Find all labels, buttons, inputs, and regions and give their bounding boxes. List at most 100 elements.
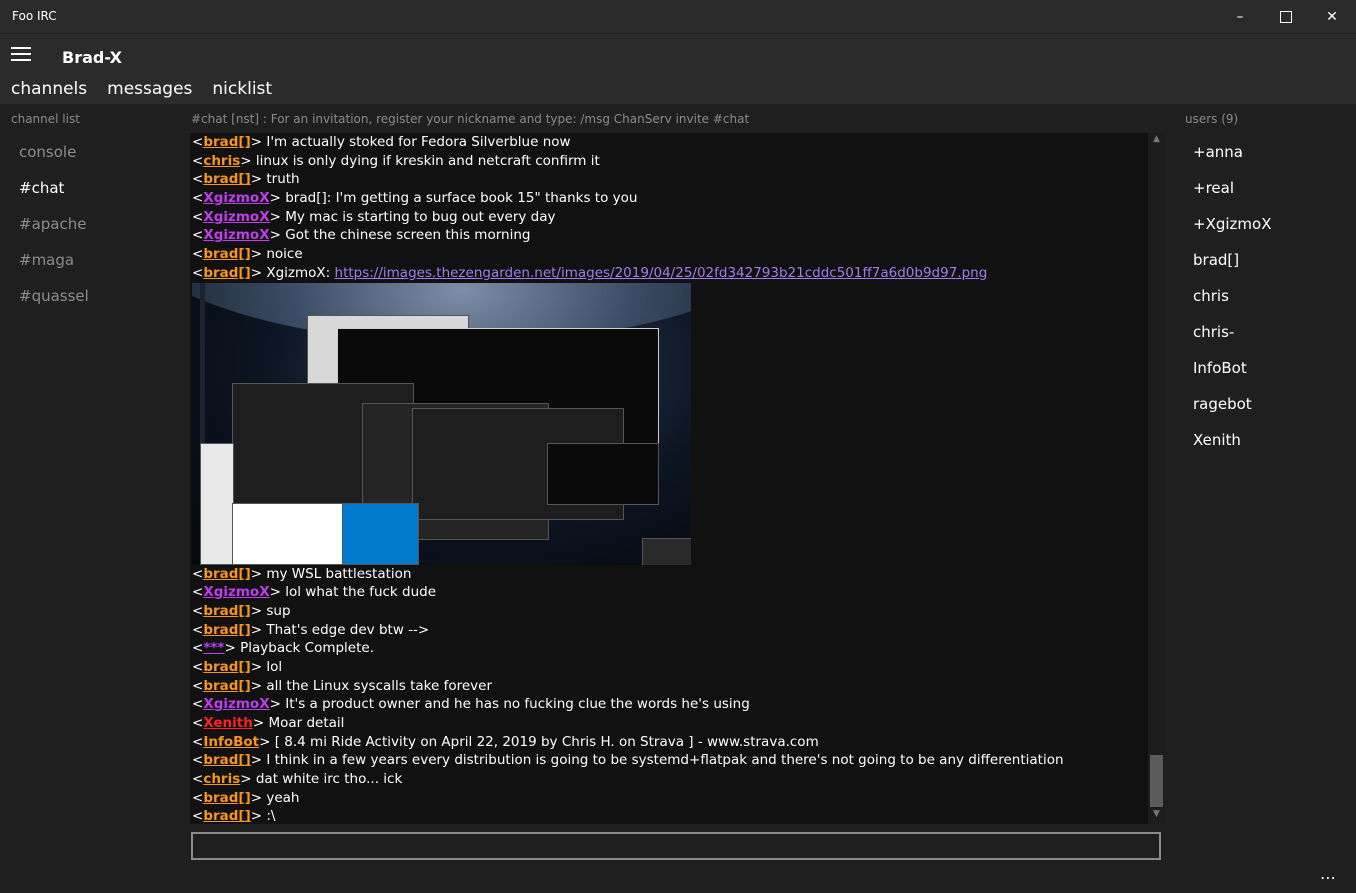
message-scrollbar[interactable]: ▲ ▼ [1148,133,1165,824]
tab-channels[interactable]: channels [11,79,87,99]
message-row: <XgizmoX> brad[]: I'm getting a surface … [192,190,638,207]
message-nick[interactable]: brad[] [203,808,250,824]
channel-item[interactable]: #chat [19,179,64,197]
close-icon: ✕ [1326,8,1338,25]
server-name: Brad-X [62,48,123,67]
message-text: brad[]: I'm getting a surface book 15" t… [285,190,638,207]
hamburger-menu-icon[interactable] [11,47,31,61]
message-text: dat white irc tho... ick [255,771,403,788]
message-nick[interactable]: brad[] [203,622,250,638]
user-item[interactable]: ragebot [1193,395,1252,413]
nav-tabs: channels messages nicklist [11,79,292,99]
message-input[interactable] [191,832,1161,860]
message-row: <brad[]> I think in a few years every di… [192,752,1064,769]
message-row: <XgizmoX> My mac is starting to bug out … [192,208,556,225]
message-nick[interactable]: brad[] [203,752,250,768]
message-row: <brad[]> :\ [192,808,276,824]
message-text: lol what the fuck dude [285,584,437,601]
channel-list-label: channel list [11,112,80,126]
message-row: <chris> dat white irc tho... ick [192,771,403,788]
minimize-icon: – [1236,8,1244,25]
message-text: That's edge dev btw --> [266,621,430,638]
message-row: <XgizmoX> Got the chinese screen this mo… [192,227,531,244]
user-item[interactable]: +anna [1193,143,1243,161]
message-text: Playback Complete. [240,640,374,657]
channel-item[interactable]: #maga [19,251,74,269]
user-item[interactable]: InfoBot [1193,359,1247,377]
app-header: Brad-X channels messages nicklist [0,34,1356,104]
message-nick[interactable]: XgizmoX [203,227,269,243]
message-row: <XgizmoX> It's a product owner and he ha… [192,696,750,713]
message-row: <brad[]> my WSL battlestation [192,565,412,582]
user-item[interactable]: chris [1193,287,1229,305]
message-row: <XgizmoX> lol what the fuck dude [192,584,437,601]
message-row: <***> Playback Complete. [192,640,374,657]
message-nick[interactable]: XgizmoX [203,190,269,206]
message-log[interactable]: <brad[]> I'm actually stoked for Fedora … [190,133,1148,824]
message-nick[interactable]: brad[] [203,171,250,187]
message-row: <brad[]> noice [192,246,303,263]
message-text: yeah [266,789,300,806]
message-nick[interactable]: XgizmoX [203,209,269,225]
message-nick[interactable]: brad[] [203,603,250,619]
scroll-up-icon[interactable]: ▲ [1148,134,1165,148]
minimize-button[interactable]: – [1217,0,1263,33]
message-row: <brad[]> XgizmoX: https://images.thezeng… [192,264,988,281]
tab-messages[interactable]: messages [107,79,192,99]
image-preview[interactable] [192,282,691,565]
message-row: <InfoBot> [ 8.4 mi Ride Activity on Apri… [192,733,819,750]
user-item[interactable]: Xenith [1193,431,1241,449]
close-button[interactable]: ✕ [1309,0,1355,33]
scroll-down-icon[interactable]: ▼ [1148,809,1165,823]
title-bar: Foo IRC – ✕ [0,0,1356,34]
message-text: My mac is starting to bug out every day [285,208,556,225]
message-nick[interactable]: brad[] [203,246,250,262]
more-options-icon[interactable]: ⋯ [1320,868,1337,887]
message-nick[interactable]: XgizmoX [203,584,269,600]
user-item[interactable]: chris- [1193,323,1234,341]
message-row: <brad[]> all the Linux syscalls take for… [192,677,493,694]
message-nick[interactable]: brad[] [203,134,250,150]
tab-nicklist[interactable]: nicklist [212,79,272,99]
message-nick[interactable]: Xenith [203,715,253,731]
message-text: truth [266,171,300,188]
scrollbar-thumb[interactable] [1150,755,1163,807]
message-text: Moar detail [268,715,345,731]
maximize-icon [1280,10,1292,23]
message-nick[interactable]: chris [203,771,240,787]
message-text: I think in a few years every distributio… [266,752,1064,769]
message-text: [ 8.4 mi Ride Activity on April 22, 2019… [274,733,819,750]
message-row: <brad[]> sup [192,602,291,619]
message-nick[interactable]: *** [203,640,224,656]
channel-item[interactable]: #apache [19,215,86,233]
message-nick[interactable]: InfoBot [203,734,259,750]
message-text: Got the chinese screen this morning [285,227,531,244]
message-nick[interactable]: brad[] [203,678,250,694]
channel-item[interactable]: #quassel [19,287,89,305]
channel-item[interactable]: console [19,143,76,161]
user-item[interactable]: +real [1193,179,1234,197]
message-nick[interactable]: brad[] [203,659,250,675]
message-row: <Xenith> Moar detail [192,715,345,731]
message-nick[interactable]: brad[] [203,265,250,281]
message-text: my WSL battlestation [266,565,412,582]
message-text: lol [266,658,283,675]
message-nick[interactable]: brad[] [203,566,250,582]
message-text: XgizmoX: [266,264,335,281]
message-link[interactable]: https://images.thezengarden.net/images/2… [335,265,988,281]
message-row: <brad[]> lol [192,658,283,675]
message-text: :\ [266,808,276,824]
channel-topic: #chat [nst] : For an invitation, registe… [191,112,750,126]
message-nick[interactable]: brad[] [203,790,250,806]
message-nick[interactable]: chris [203,153,240,169]
message-text: I'm actually stoked for Fedora Silverblu… [266,134,571,150]
message-row: <brad[]> I'm actually stoked for Fedora … [192,134,571,150]
message-row: <brad[]> yeah [192,789,300,806]
message-row: <brad[]> That's edge dev btw --> [192,621,430,638]
message-nick[interactable]: XgizmoX [203,696,269,712]
user-item[interactable]: brad[] [1193,251,1239,269]
maximize-button[interactable] [1263,0,1309,33]
user-item[interactable]: +XgizmoX [1193,215,1271,233]
message-text: noice [266,246,303,263]
message-text: all the Linux syscalls take forever [266,677,493,694]
